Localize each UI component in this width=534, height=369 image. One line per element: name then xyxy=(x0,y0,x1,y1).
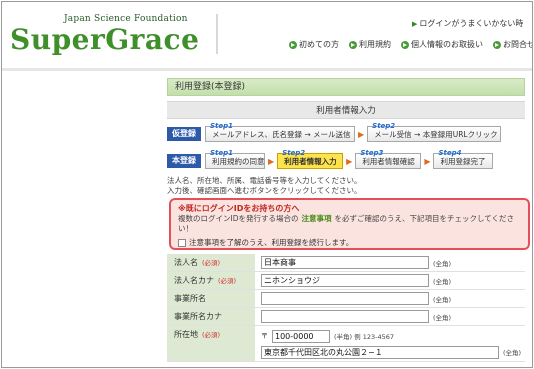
form-row-company-kana: 法人名カナ (必須) (全角) xyxy=(167,272,525,290)
form-row-company-name: 法人名 (必須) (全角) xyxy=(167,254,525,272)
step-arrow-icon: ▶ xyxy=(268,156,275,166)
arrow-right-icon: ▶ xyxy=(412,20,418,28)
field-hint: (全角) xyxy=(433,277,452,286)
nav-arrow-icon xyxy=(493,40,501,49)
main-step-3: Step3 利用者情報確認 xyxy=(355,149,422,169)
form-row-address: 所在地 (必須) 〒 (半角) 例 123-4567 (全角) xyxy=(167,326,525,362)
field-hint: (全角) xyxy=(433,259,452,268)
nav-label: 個人情報のお取扱い xyxy=(411,40,483,49)
provisional-badge: 仮登録 xyxy=(167,127,201,141)
field-hint: (全角) xyxy=(503,349,522,357)
field-label: 法人名 (必須) xyxy=(167,254,255,271)
zip-line: 〒 (半角) 例 123-4567 xyxy=(261,328,525,344)
label-text: 法人名 xyxy=(174,258,198,267)
nav-label: お問合せ xyxy=(503,40,533,49)
main-step-4: Step4 利用登録完了 xyxy=(433,149,494,169)
section-title: 利用登録(本登録) xyxy=(167,78,525,96)
provisional-step-2: Step2 メール受信 → 本登録用URLクリック xyxy=(367,122,502,142)
nav-arrow-icon xyxy=(401,40,409,49)
required-mark: (必須) xyxy=(218,277,237,285)
nav-contact[interactable]: お問合せ xyxy=(493,39,533,50)
step-number: Step2 xyxy=(372,122,396,130)
label-text: 事業所名カナ xyxy=(174,312,222,321)
company-name-input[interactable] xyxy=(261,256,429,269)
provisional-steps: 仮登録 Step1 メールアドレス、氏名登録 → メール送信 ▶ Step2 メ… xyxy=(167,122,525,143)
form-row-office-name: 事業所名 (全角) xyxy=(167,290,525,308)
field-hint: (全角) xyxy=(433,295,452,304)
notice-body: 複数のログインIDを発行する場合の 注意事項 を必ずご確認のうえ、下記項目をチェック… xyxy=(178,214,521,234)
label-text: 法人名カナ xyxy=(174,276,214,285)
nav-terms[interactable]: 利用規約 xyxy=(349,39,391,50)
header-divider xyxy=(216,14,218,54)
nav-first-time[interactable]: 初めての方 xyxy=(289,39,339,50)
notice-title: ※既にログインIDをお持ちの方へ xyxy=(178,204,300,213)
step-arrow-icon: ▶ xyxy=(424,156,431,166)
nav-arrow-icon xyxy=(289,40,297,49)
main-badge: 本登録 xyxy=(167,154,201,168)
office-name-input[interactable] xyxy=(261,292,429,305)
field-cell: (全角) xyxy=(255,290,525,307)
nav-label: 初めての方 xyxy=(299,40,339,49)
required-mark: (必須) xyxy=(202,259,221,267)
instruction-line: 入力後、確認画面へ進むボタンをクリックしてください。 xyxy=(167,186,362,195)
field-label: 事業所名カナ xyxy=(167,308,255,325)
step-arrow-icon: ▶ xyxy=(358,129,365,139)
agree-checkbox-row[interactable]: 注意事項を了解のうえ、利用登録を続行します。 xyxy=(178,237,521,248)
login-help-label: ログインがうまくいかない時 xyxy=(419,19,524,28)
field-cell: (全角) xyxy=(255,254,525,271)
login-help-link[interactable]: ▶ ログインがうまくいかない時 xyxy=(412,18,523,29)
address-line: (全角) xyxy=(261,344,525,360)
agree-checkbox[interactable] xyxy=(178,238,186,247)
instruction-line: 法人名、所在地、所属、電話番号等を入力してください。 xyxy=(167,176,362,185)
main-content: 利用登録(本登録) 利用者情報入力 仮登録 Step1 メールアドレス、氏名登録… xyxy=(167,78,525,196)
notice-text: 複数のログインIDを発行する場合の xyxy=(178,214,299,223)
field-label: 事業所名 xyxy=(167,290,255,307)
zip-input[interactable] xyxy=(272,329,330,343)
field-cell: (全角) xyxy=(255,272,525,289)
step-number: Step2 xyxy=(282,149,306,157)
field-hint: (全角) xyxy=(433,313,452,322)
field-cell: 〒 (半角) 例 123-4567 (全角) xyxy=(255,326,525,361)
nav-privacy[interactable]: 個人情報のお取扱い xyxy=(401,39,483,50)
existing-id-notice: ※既にログインIDをお持ちの方へ 複数のログインIDを発行する場合の 注意事項 を必… xyxy=(169,198,530,250)
label-text: 所在地 xyxy=(174,330,198,339)
zip-prefix: 〒 xyxy=(261,332,268,340)
step-number: Step3 xyxy=(360,149,384,157)
required-mark: (必須) xyxy=(202,331,221,339)
registration-form: 法人名 (必須) (全角) 法人名カナ (必須) (全角) 事業所名 (全角) 事業… xyxy=(167,254,525,362)
header-rule xyxy=(2,68,532,71)
step-number: Step4 xyxy=(438,149,462,157)
zip-hint: (半角) 例 123-4567 xyxy=(334,333,394,341)
page-frame: Japan Science Foundation SuperGrace ▶ ログイ… xyxy=(1,1,533,368)
page-subheading: 利用者情報入力 xyxy=(167,101,525,119)
step-number: Step1 xyxy=(210,122,234,130)
office-kana-input[interactable] xyxy=(261,310,429,323)
nav-label: 利用規約 xyxy=(359,40,391,49)
step-number: Step1 xyxy=(210,149,234,157)
step-arrow-icon: ▶ xyxy=(346,156,353,166)
main-steps: 本登録 Step1 利用規約の同意 ▶ Step2 利用者情報入力 ▶ Step… xyxy=(167,149,525,170)
form-row-office-kana: 事業所名カナ (全角) xyxy=(167,308,525,326)
instructions: 法人名、所在地、所属、電話番号等を入力してください。 入力後、確認画面へ進むボタ… xyxy=(167,176,525,196)
address-input[interactable] xyxy=(261,345,499,359)
nav-arrow-icon xyxy=(349,40,357,49)
label-text: 事業所名 xyxy=(174,294,206,303)
field-label: 法人名カナ (必須) xyxy=(167,272,255,289)
field-cell: (全角) xyxy=(255,308,525,325)
company-kana-input[interactable] xyxy=(261,274,429,287)
main-step-2-current: Step2 利用者情報入力 xyxy=(277,149,344,169)
logo[interactable]: SuperGrace xyxy=(10,23,199,56)
provisional-step-1: Step1 メールアドレス、氏名登録 → メール送信 xyxy=(205,122,355,142)
field-label: 所在地 (必須) xyxy=(167,326,255,361)
agree-checkbox-label: 注意事項を了解のうえ、利用登録を続行します。 xyxy=(189,238,354,247)
notice-caution-link[interactable]: 注意事項 xyxy=(302,214,332,223)
top-nav: 初めての方 利用規約 個人情報のお取扱い お問合せ xyxy=(289,39,533,50)
main-step-1: Step1 利用規約の同意 xyxy=(205,149,265,169)
